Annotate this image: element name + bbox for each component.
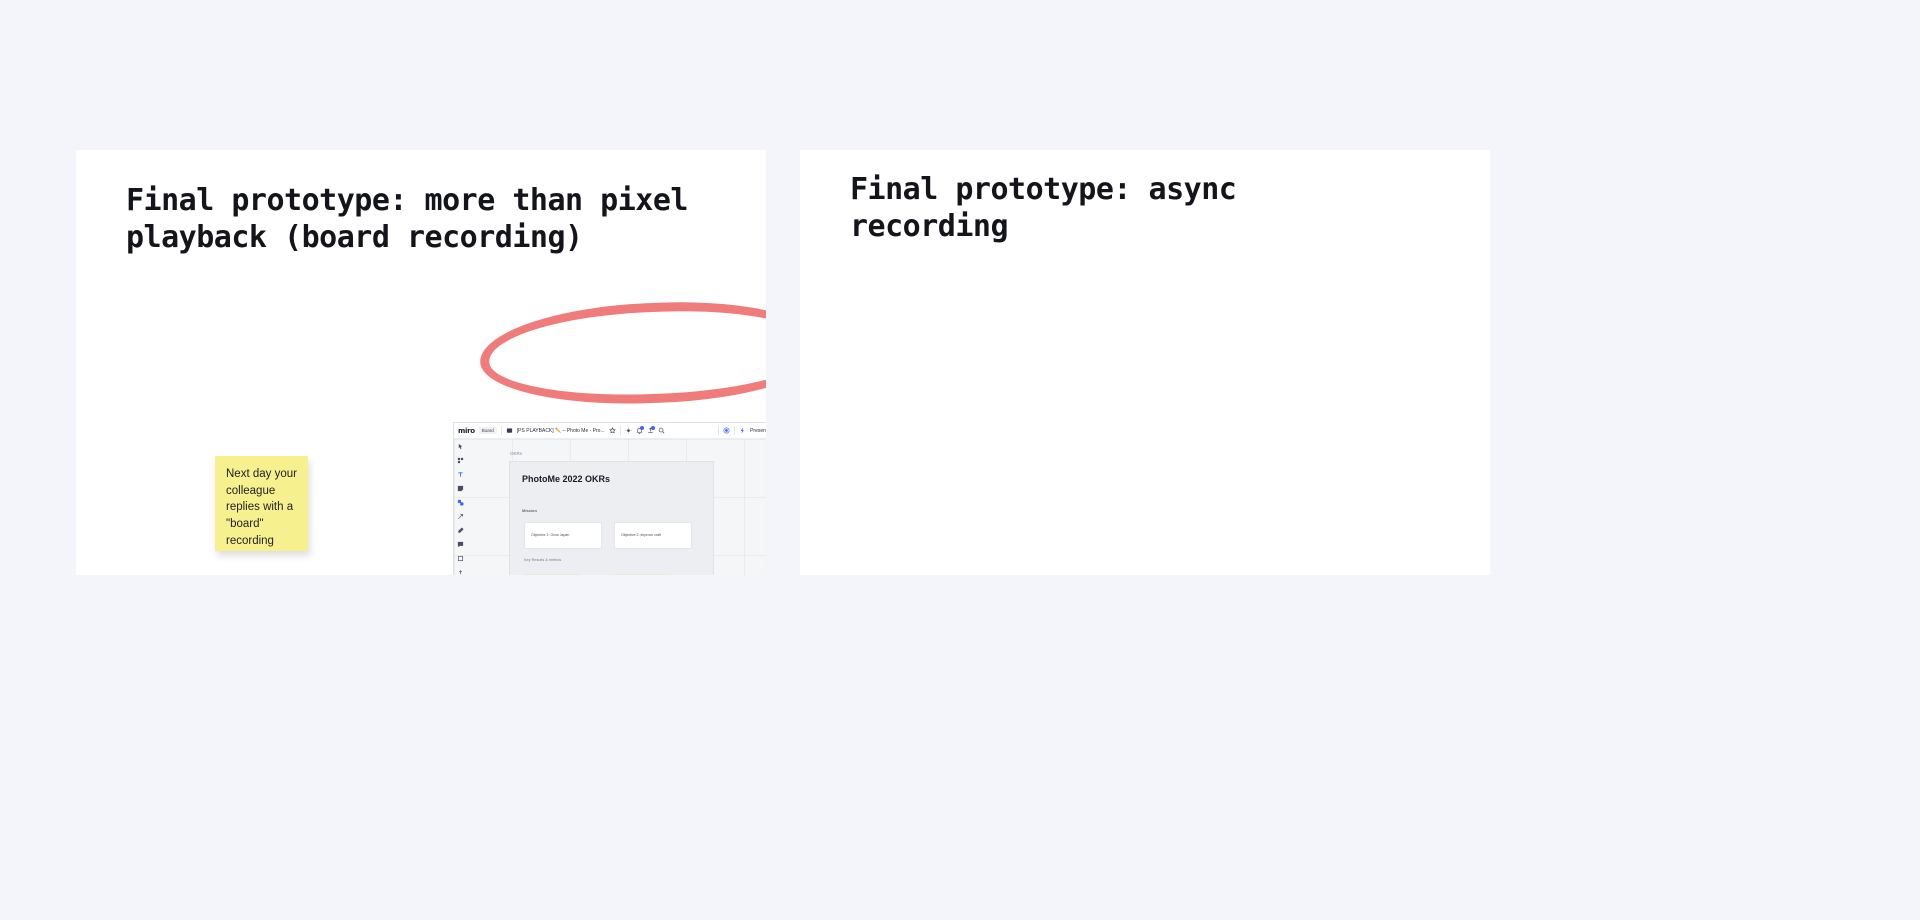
miro-left-toolbar[interactable] xyxy=(455,443,466,575)
okr-frame: PhotoMe 2022 OKRs Mission Objective 1: G… xyxy=(509,461,714,575)
sticky-note-left: Next day your colleague replies with a "… xyxy=(215,456,308,551)
okr-card-text: Objective 2: Improve craft xyxy=(621,533,661,537)
search-icon[interactable] xyxy=(658,427,665,434)
board-title[interactable]: [PS PLAYBACK] ✏️ – Photo Me - Pro... xyxy=(517,428,605,434)
okr-section-label: Key Results & metrics xyxy=(524,558,562,562)
cursor-icon[interactable] xyxy=(457,443,464,450)
okr-card[interactable]: Objective 1: Grow Japan xyxy=(524,522,602,549)
miro-logo: miro xyxy=(458,426,475,435)
okr-card-text: Objective 1: Grow Japan xyxy=(531,533,570,537)
connector-icon[interactable] xyxy=(457,513,464,520)
record-dot-icon[interactable] xyxy=(723,427,730,434)
lightning-icon[interactable] xyxy=(739,427,746,434)
okr-title: PhotoMe 2022 OKRs xyxy=(522,474,611,484)
miro-canvas-left[interactable]: OKRs PhotoMe 2022 OKRs Mission Objective… xyxy=(454,439,766,575)
template-icon[interactable] xyxy=(457,457,464,464)
slide-left-title: Final prototype: more than pixel playbac… xyxy=(126,183,706,255)
red-circle-annotation xyxy=(478,297,766,409)
upload-icon[interactable] xyxy=(647,426,655,434)
toolbar-divider-4 xyxy=(734,426,736,435)
star-icon[interactable] xyxy=(608,427,616,434)
sticky-note-icon[interactable] xyxy=(457,485,464,492)
okr-card[interactable]: Objective 2: Improve craft xyxy=(614,522,692,549)
slide-left[interactable]: Final prototype: more than pixel playbac… xyxy=(76,150,766,575)
comment-icon[interactable] xyxy=(457,541,464,548)
okr-mini-card[interactable] xyxy=(524,574,580,575)
gear-icon[interactable] xyxy=(625,427,632,434)
slide-right-title: Final prototype: async recording xyxy=(850,172,1254,244)
slide-deck-stage: Final prototype: more than pixel playbac… xyxy=(0,0,1920,920)
miro-topbar: miro Board [PS PLAYBACK] ✏️ – Photo Me -… xyxy=(454,423,766,439)
text-icon[interactable] xyxy=(457,471,464,478)
notifications-bell-icon[interactable] xyxy=(636,426,644,434)
upload-media-icon[interactable] xyxy=(457,569,464,575)
toolbar-divider-3 xyxy=(718,426,720,435)
okr-mini-card[interactable] xyxy=(614,574,670,575)
shapes-icon[interactable] xyxy=(457,499,464,506)
presenting-label: Presenting xyxy=(750,427,766,434)
board-icon xyxy=(506,427,513,434)
frame-icon[interactable] xyxy=(457,555,464,562)
miro-screenshot-left: miro Board [PS PLAYBACK] ✏️ – Photo Me -… xyxy=(453,422,766,575)
toolbar-divider-2 xyxy=(619,426,621,435)
board-chip[interactable]: Board xyxy=(478,427,497,434)
okr-subtitle: Mission xyxy=(522,508,537,513)
slide-right[interactable]: Final prototype: async recording Record … xyxy=(800,150,1490,575)
toolbar-divider xyxy=(500,426,502,435)
frame-label: OKRs xyxy=(510,451,523,456)
pen-icon[interactable] xyxy=(457,527,464,534)
